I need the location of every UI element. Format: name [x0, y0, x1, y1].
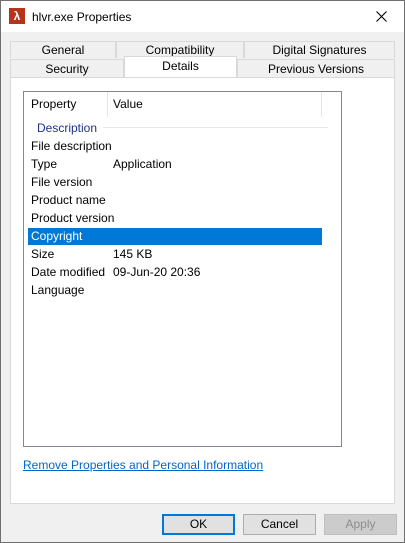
property-name: Product version — [31, 211, 115, 225]
cancel-button[interactable]: Cancel — [243, 514, 316, 535]
list-item[interactable]: File version — [28, 174, 322, 191]
property-value: Application — [113, 157, 172, 171]
column-header-property[interactable]: Property — [31, 97, 76, 111]
details-panel: Property Value Description File descript… — [10, 77, 395, 504]
property-value: 145 KB — [113, 247, 153, 261]
tab-digital-signatures[interactable]: Digital Signatures — [244, 41, 395, 58]
list-item[interactable]: Date modified 09-Jun-20 20:36 — [28, 264, 322, 281]
window-title: hlvr.exe Properties — [32, 10, 132, 24]
tab-general[interactable]: General — [10, 41, 116, 58]
apply-button[interactable]: Apply — [324, 514, 397, 535]
title-bar[interactable]: λ hlvr.exe Properties — [1, 1, 404, 32]
close-icon — [375, 11, 387, 22]
list-item[interactable]: Product name — [28, 192, 322, 209]
property-name: Type — [31, 157, 58, 171]
half-life-lambda-icon: λ — [9, 8, 25, 24]
list-item[interactable]: Size 145 KB — [28, 246, 322, 263]
property-name: Size — [31, 247, 55, 261]
property-value: 09-Jun-20 20:36 — [113, 265, 201, 279]
tab-details[interactable]: Details — [124, 56, 237, 77]
list-item[interactable]: Product version — [28, 210, 322, 227]
list-item[interactable]: File description — [28, 138, 322, 155]
remove-properties-link[interactable]: Remove Properties and Personal Informati… — [23, 458, 263, 472]
close-button[interactable] — [358, 1, 404, 32]
list-item[interactable]: Type Application — [28, 156, 322, 173]
property-name: Copyright — [31, 229, 83, 243]
list-item[interactable]: Language — [28, 282, 322, 299]
list-header: Property Value — [24, 92, 341, 117]
group-divider — [103, 127, 328, 128]
tab-previous-versions[interactable]: Previous Versions — [237, 59, 395, 77]
tab-security[interactable]: Security — [10, 59, 124, 77]
tab-strip: General Compatibility Digital Signatures… — [1, 32, 404, 82]
ok-button[interactable]: OK — [162, 514, 235, 535]
column-header-value[interactable]: Value — [113, 97, 143, 111]
details-list[interactable]: Property Value Description File descript… — [23, 91, 342, 447]
property-name: Product name — [31, 193, 106, 207]
group-header-description: Description — [37, 121, 98, 135]
property-name: File description — [31, 139, 112, 153]
property-name: Date modified — [31, 265, 106, 279]
column-divider[interactable] — [321, 92, 322, 117]
column-divider[interactable] — [107, 92, 108, 117]
property-name: File version — [31, 175, 93, 189]
properties-window: λ hlvr.exe Properties General Compatibil… — [0, 0, 405, 543]
property-name: Language — [31, 283, 85, 297]
list-item-selected[interactable]: Copyright — [28, 228, 322, 245]
